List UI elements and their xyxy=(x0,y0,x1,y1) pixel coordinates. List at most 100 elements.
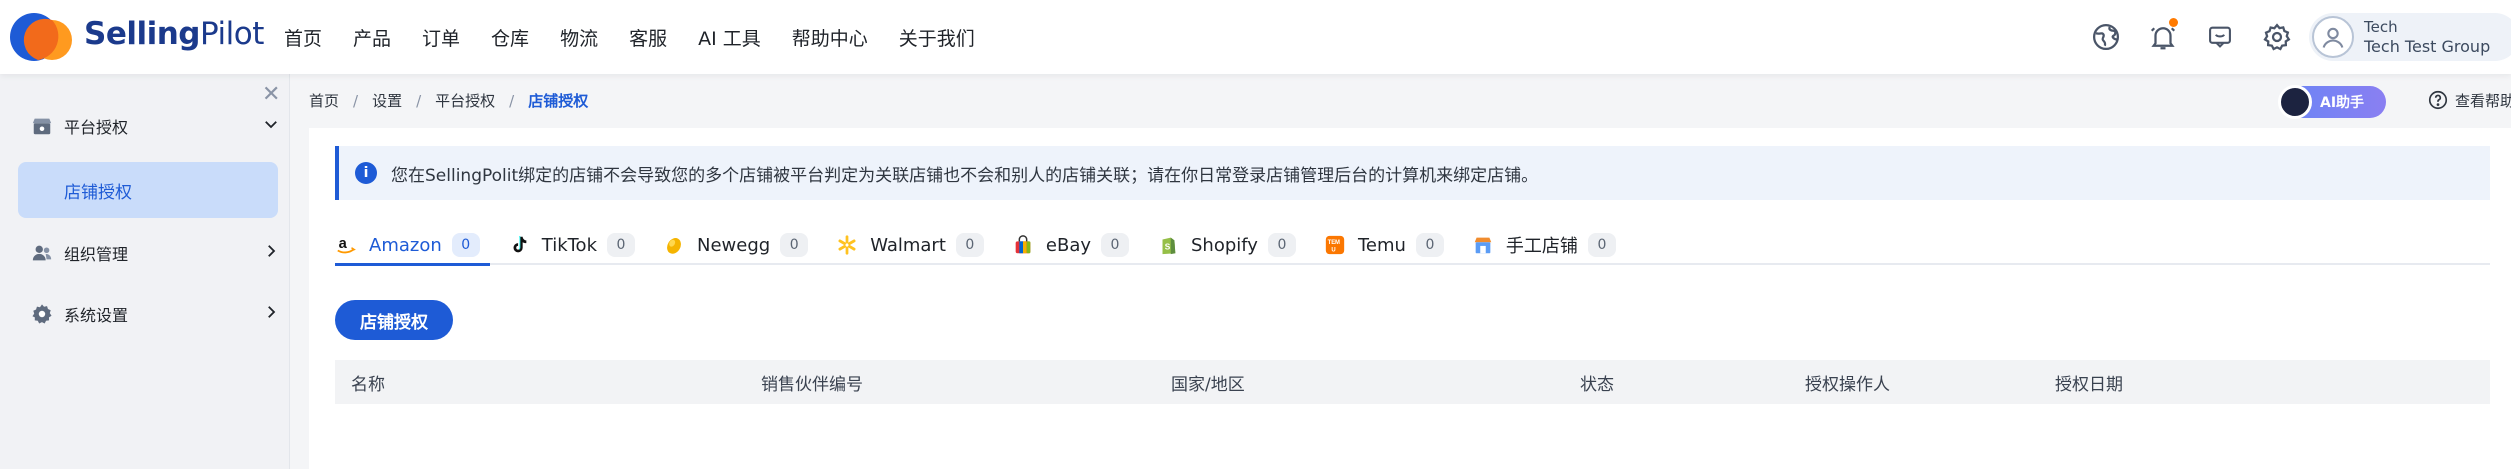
sidebar-item-store-auth[interactable]: 店铺授权 xyxy=(18,162,278,218)
chevron-right-icon xyxy=(262,303,280,325)
ebay-icon xyxy=(1012,234,1034,256)
tab-count-badge: 0 xyxy=(1267,233,1296,257)
top-bar: SellingPilot 首页 产品 订单 仓库 物流 客服 AI 工具 帮助中… xyxy=(0,0,2511,74)
column-header-authorized-date[interactable]: 授权日期 xyxy=(2055,360,2123,404)
svg-text:a: a xyxy=(339,236,348,252)
column-header-status[interactable]: 状态 xyxy=(1580,360,1614,404)
tab-newegg[interactable]: Newegg 0 xyxy=(663,227,818,263)
sidebar-group-label: 平台授权 xyxy=(64,118,129,137)
tab-amazon[interactable]: a Amazon 0 xyxy=(335,227,490,266)
notification-dot xyxy=(2169,18,2178,27)
shopify-icon: S xyxy=(1157,234,1179,256)
sidebar-group-label: 系统设置 xyxy=(64,306,129,325)
tab-label: Amazon xyxy=(369,234,442,256)
tab-temu[interactable]: TE M U Temu 0 xyxy=(1324,227,1454,263)
sidebar: ✕ 平台授权 店铺授权 组织管理 系统设置 xyxy=(0,74,290,469)
chevron-down-icon xyxy=(262,115,280,137)
tab-label: Temu xyxy=(1357,234,1406,256)
info-notice: i 您在SellingPolit绑定的店铺不会导致您的多个店铺被平台判定为关联店… xyxy=(335,146,2490,200)
tab-label: eBay xyxy=(1045,234,1091,256)
nav-orders[interactable]: 订单 xyxy=(422,24,460,51)
tab-label: TikTok xyxy=(541,234,597,256)
nav-customer-service[interactable]: 客服 xyxy=(629,24,667,51)
chevron-right-icon xyxy=(262,242,280,264)
tiktok-icon xyxy=(508,234,530,256)
nav-products[interactable]: 产品 xyxy=(353,24,391,51)
svg-text:S: S xyxy=(1165,243,1171,252)
sidebar-item-label: 店铺授权 xyxy=(64,182,132,203)
sidebar-group-system-settings[interactable]: 系统设置 xyxy=(30,302,280,326)
tab-count-badge: 0 xyxy=(780,233,809,257)
settings-icon xyxy=(30,302,54,326)
bell-icon[interactable] xyxy=(2143,17,2183,57)
sidebar-group-platform-auth[interactable]: 平台授权 xyxy=(30,114,280,138)
tab-count-badge: 0 xyxy=(607,233,635,257)
help-icon xyxy=(2428,90,2448,110)
tab-count-badge: 0 xyxy=(1587,233,1616,257)
ai-assistant-label: AI助手 xyxy=(2320,95,2365,111)
gear-icon[interactable] xyxy=(2257,17,2297,57)
nav-warehouse[interactable]: 仓库 xyxy=(491,24,529,51)
sellingpilot-logo[interactable] xyxy=(8,7,78,67)
platform-tabs: a Amazon 0 TikTok 0 Newegg 0 Walmart 0 e… xyxy=(335,227,2490,266)
close-icon[interactable]: ✕ xyxy=(262,82,280,107)
user-menu[interactable]: Tech Tech Test Group xyxy=(2309,13,2511,61)
tab-label: Shopify xyxy=(1191,234,1258,256)
info-icon: i xyxy=(355,162,377,184)
brand-name[interactable]: SellingPilot xyxy=(84,16,264,52)
user-group: Tech Test Group xyxy=(2364,37,2491,56)
walmart-icon xyxy=(836,234,858,256)
breadcrumb-separator: / xyxy=(416,91,422,110)
help-link[interactable]: 查看帮助 xyxy=(2427,89,2511,111)
tab-count-badge: 0 xyxy=(955,233,984,257)
main-nav: 首页 产品 订单 仓库 物流 客服 AI 工具 帮助中心 关于我们 xyxy=(284,0,1006,74)
tab-manual-store[interactable]: 手工店铺 0 xyxy=(1472,227,1626,263)
globe-icon[interactable] xyxy=(2086,17,2126,57)
breadcrumb-home[interactable]: 首页 xyxy=(309,90,339,111)
tab-label: Newegg xyxy=(697,234,771,256)
tab-tiktok[interactable]: TikTok 0 xyxy=(508,227,645,263)
breadcrumb-separator: / xyxy=(509,91,515,110)
nav-home[interactable]: 首页 xyxy=(284,24,322,51)
column-header-country[interactable]: 国家/地区 xyxy=(1171,360,1245,404)
nav-help-center[interactable]: 帮助中心 xyxy=(792,24,868,51)
breadcrumb-current: 店铺授权 xyxy=(528,92,589,110)
robot-icon xyxy=(2278,85,2312,119)
user-avatar-icon xyxy=(2312,16,2354,58)
breadcrumb-platform-auth[interactable]: 平台授权 xyxy=(435,90,495,111)
newegg-icon xyxy=(663,234,685,256)
notice-text: 您在SellingPolit绑定的店铺不会导致您的多个店铺被平台判定为关联店铺也… xyxy=(391,165,1539,186)
column-header-seller-id[interactable]: 销售伙伴编号 xyxy=(761,360,863,404)
tab-shopify[interactable]: S Shopify 0 xyxy=(1157,227,1306,263)
content-card: i 您在SellingPolit绑定的店铺不会导致您的多个店铺被平台判定为关联店… xyxy=(309,128,2511,469)
svg-text:U: U xyxy=(1331,247,1335,253)
users-icon xyxy=(30,241,54,265)
store-auth-button[interactable]: 店铺授权 xyxy=(335,300,453,340)
column-header-name[interactable]: 名称 xyxy=(351,360,385,404)
svg-text:M: M xyxy=(1335,240,1340,246)
breadcrumb: 首页 / 设置 / 平台授权 / 店铺授权 xyxy=(309,90,588,111)
nav-ai-tools[interactable]: AI 工具 xyxy=(698,24,761,51)
nav-about-us[interactable]: 关于我们 xyxy=(899,24,975,51)
nav-logistics[interactable]: 物流 xyxy=(560,24,598,51)
user-name: Tech xyxy=(2364,18,2398,36)
tab-count-badge: 0 xyxy=(451,233,480,257)
header-actions xyxy=(2086,17,2314,57)
tab-count-badge: 0 xyxy=(1101,233,1129,257)
breadcrumb-separator: / xyxy=(353,91,359,110)
temu-icon: TE M U xyxy=(1324,234,1346,256)
ai-assistant-button[interactable]: AI助手 xyxy=(2278,85,2386,119)
manual-store-icon xyxy=(1472,234,1494,256)
tab-count-badge: 0 xyxy=(1415,233,1444,257)
chat-icon[interactable] xyxy=(2200,17,2240,57)
tab-label: 手工店铺 xyxy=(1505,236,1578,257)
tab-walmart[interactable]: Walmart 0 xyxy=(836,227,994,263)
table-header: 名称 销售伙伴编号 国家/地区 状态 授权操作人 授权日期 xyxy=(335,360,2490,404)
amazon-icon: a xyxy=(335,234,357,256)
tab-ebay[interactable]: eBay 0 xyxy=(1012,227,1139,263)
breadcrumb-settings[interactable]: 设置 xyxy=(372,90,402,111)
sidebar-group-org-management[interactable]: 组织管理 xyxy=(30,241,280,265)
help-link-label: 查看帮助 xyxy=(2455,91,2511,110)
tab-label: Walmart xyxy=(870,234,946,256)
column-header-authorized-by[interactable]: 授权操作人 xyxy=(1805,360,1890,404)
